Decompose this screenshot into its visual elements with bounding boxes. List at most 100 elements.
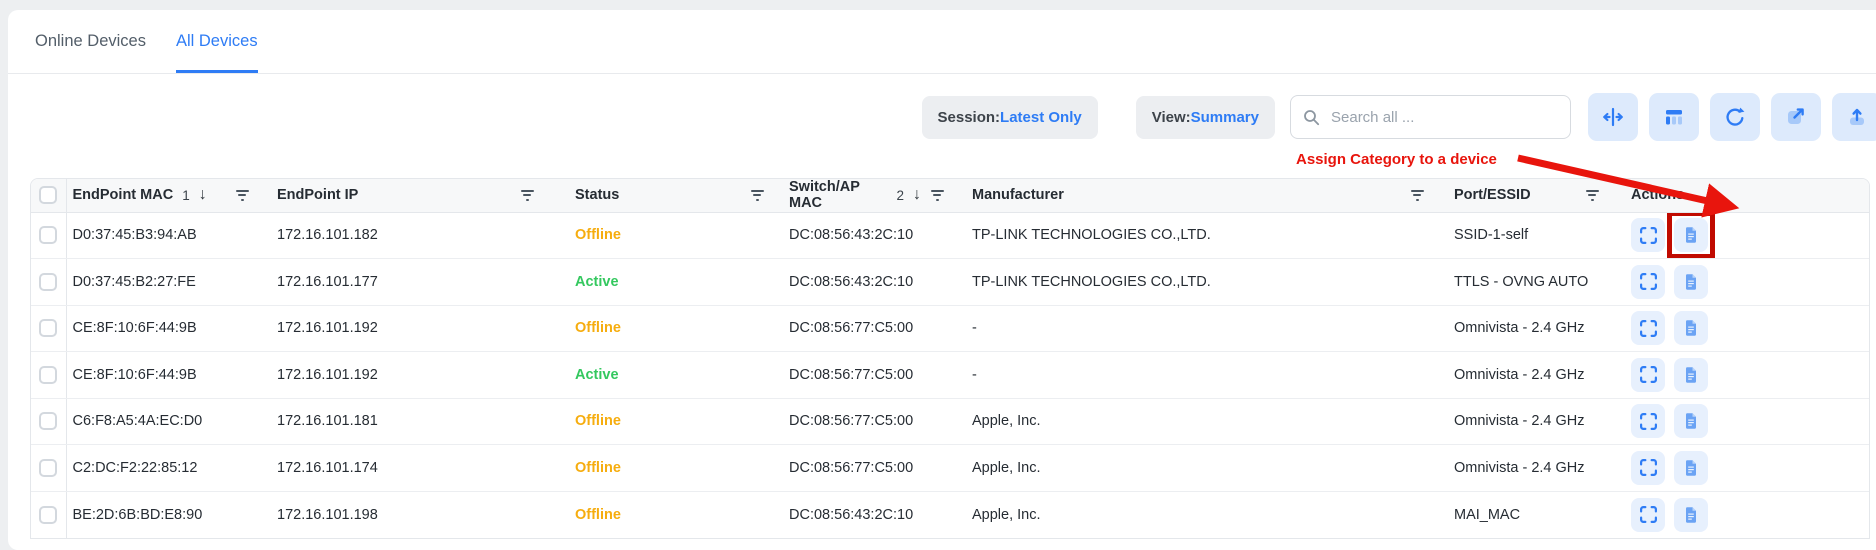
- endpoint-mac-value: BE:2D:6B:BD:E8:90: [66, 491, 269, 538]
- split-columns-button[interactable]: [1588, 93, 1638, 141]
- expand-details-button[interactable]: [1631, 404, 1665, 438]
- assign-category-button[interactable]: [1674, 265, 1708, 299]
- device-table-body: D0:37:45:B3:94:AB 172.16.101.182 Offline…: [31, 212, 1870, 538]
- search-input[interactable]: [1329, 108, 1558, 127]
- port-essid-value: Omnivista - 2.4 GHz: [1444, 398, 1619, 445]
- sort-desc-icon[interactable]: ↓: [913, 187, 921, 203]
- filter-icon[interactable]: [1410, 190, 1424, 201]
- column-header-endpoint-ip[interactable]: EndPoint IP: [277, 187, 358, 203]
- assign-category-button[interactable]: [1674, 404, 1708, 438]
- filter-icon[interactable]: [750, 190, 764, 201]
- expand-details-button[interactable]: [1631, 218, 1665, 252]
- row-checkbox[interactable]: [39, 273, 57, 291]
- switch-ap-mac-value: DC:08:56:77:C5:00: [784, 305, 964, 352]
- refresh-button[interactable]: [1710, 93, 1760, 141]
- document-icon: [1684, 274, 1698, 290]
- status-badge: Offline: [575, 460, 621, 476]
- fullscreen-icon: [1639, 505, 1658, 524]
- filter-icon[interactable]: [235, 190, 249, 201]
- row-checkbox[interactable]: [39, 226, 57, 244]
- refresh-icon: [1724, 106, 1746, 128]
- sort-order-badge: 1: [182, 188, 190, 203]
- fullscreen-icon: [1639, 458, 1658, 477]
- content-card: Online Devices All Devices Session:Lates…: [8, 10, 1876, 550]
- status-badge: Offline: [575, 413, 621, 429]
- sort-desc-icon[interactable]: ↓: [199, 187, 207, 203]
- open-in-new-icon: [1785, 106, 1807, 128]
- switch-ap-mac-value: DC:08:56:77:C5:00: [784, 398, 964, 445]
- endpoint-ip-value: 172.16.101.181: [269, 398, 554, 445]
- expand-details-button[interactable]: [1631, 358, 1665, 392]
- row-checkbox[interactable]: [39, 506, 57, 524]
- tab-all-devices[interactable]: All Devices: [176, 10, 258, 73]
- export-upload-icon: [1846, 106, 1868, 128]
- switch-ap-mac-value: DC:08:56:43:2C:10: [784, 259, 964, 306]
- endpoint-mac-value: D0:37:45:B2:27:FE: [66, 259, 269, 306]
- endpoint-ip-value: 172.16.101.182: [269, 212, 554, 259]
- view-value: Summary: [1191, 109, 1259, 126]
- export-upload-button[interactable]: [1832, 93, 1876, 141]
- switch-ap-mac-value: DC:08:56:43:2C:10: [784, 212, 964, 259]
- manufacturer-value: Apple, Inc.: [964, 398, 1444, 445]
- view-filter-button[interactable]: View:Summary: [1136, 96, 1275, 139]
- column-header-switch-ap-mac[interactable]: Switch/AP MAC: [789, 179, 887, 211]
- switch-ap-mac-value: DC:08:56:77:C5:00: [784, 445, 964, 492]
- status-badge: Offline: [575, 507, 621, 523]
- row-checkbox[interactable]: [39, 366, 57, 384]
- row-checkbox[interactable]: [39, 319, 57, 337]
- port-essid-value: SSID-1-self: [1444, 212, 1619, 259]
- annotation-assign-category: Assign Category to a device: [1296, 151, 1497, 168]
- session-filter-button[interactable]: Session:Latest Only: [922, 96, 1098, 139]
- column-header-status[interactable]: Status: [575, 187, 619, 203]
- tab-online-devices[interactable]: Online Devices: [35, 10, 146, 73]
- endpoint-mac-value: C2:DC:F2:22:85:12: [66, 445, 269, 492]
- filter-icon[interactable]: [520, 190, 534, 201]
- manufacturer-value: -: [964, 305, 1444, 352]
- expand-details-button[interactable]: [1631, 265, 1665, 299]
- row-checkbox[interactable]: [39, 459, 57, 477]
- endpoint-mac-value: CE:8F:10:6F:44:9B: [66, 352, 269, 399]
- manufacturer-value: TP-LINK TECHNOLOGIES CO.,LTD.: [964, 259, 1444, 306]
- row-checkbox[interactable]: [39, 412, 57, 430]
- open-in-new-button[interactable]: [1771, 93, 1821, 141]
- assign-category-button[interactable]: [1674, 498, 1708, 532]
- assign-category-button[interactable]: [1674, 218, 1708, 252]
- document-icon: [1684, 227, 1698, 243]
- column-header-endpoint-mac[interactable]: EndPoint MAC: [73, 187, 174, 203]
- port-essid-value: Omnivista - 2.4 GHz: [1444, 445, 1619, 492]
- endpoint-mac-value: CE:8F:10:6F:44:9B: [66, 305, 269, 352]
- endpoint-mac-value: D0:37:45:B3:94:AB: [66, 212, 269, 259]
- assign-category-button[interactable]: [1674, 358, 1708, 392]
- manufacturer-value: TP-LINK TECHNOLOGIES CO.,LTD.: [964, 212, 1444, 259]
- column-header-manufacturer[interactable]: Manufacturer: [972, 187, 1064, 203]
- fullscreen-icon: [1639, 412, 1658, 431]
- filter-icon[interactable]: [930, 190, 944, 201]
- column-header-port-essid[interactable]: Port/ESSID: [1454, 187, 1531, 203]
- filter-icon[interactable]: [1585, 190, 1599, 201]
- status-badge: Active: [575, 367, 619, 383]
- table-header-row: EndPoint MAC 1 ↓ EndPoint IP: [31, 179, 1870, 212]
- select-all-checkbox[interactable]: [39, 186, 57, 204]
- assign-category-button[interactable]: [1674, 311, 1708, 345]
- split-columns-icon: [1602, 106, 1624, 128]
- search-box[interactable]: [1290, 95, 1571, 139]
- view-label: View:: [1152, 109, 1191, 126]
- table-columns-button[interactable]: [1649, 93, 1699, 141]
- endpoint-ip-value: 172.16.101.177: [269, 259, 554, 306]
- manufacturer-value: -: [964, 352, 1444, 399]
- expand-details-button[interactable]: [1631, 451, 1665, 485]
- document-icon: [1684, 413, 1698, 429]
- port-essid-value: TTLS - OVNG AUTO: [1444, 259, 1619, 306]
- table-row: CE:8F:10:6F:44:9B 172.16.101.192 Active …: [31, 352, 1870, 399]
- document-icon: [1684, 320, 1698, 336]
- document-icon: [1684, 367, 1698, 383]
- assign-category-button[interactable]: [1674, 451, 1708, 485]
- port-essid-value: Omnivista - 2.4 GHz: [1444, 305, 1619, 352]
- expand-details-button[interactable]: [1631, 498, 1665, 532]
- table-columns-icon: [1663, 106, 1685, 128]
- expand-details-button[interactable]: [1631, 311, 1665, 345]
- table-row: D0:37:45:B2:27:FE 172.16.101.177 Active …: [31, 259, 1870, 306]
- status-badge: Offline: [575, 227, 621, 243]
- switch-ap-mac-value: DC:08:56:77:C5:00: [784, 352, 964, 399]
- endpoint-ip-value: 172.16.101.198: [269, 491, 554, 538]
